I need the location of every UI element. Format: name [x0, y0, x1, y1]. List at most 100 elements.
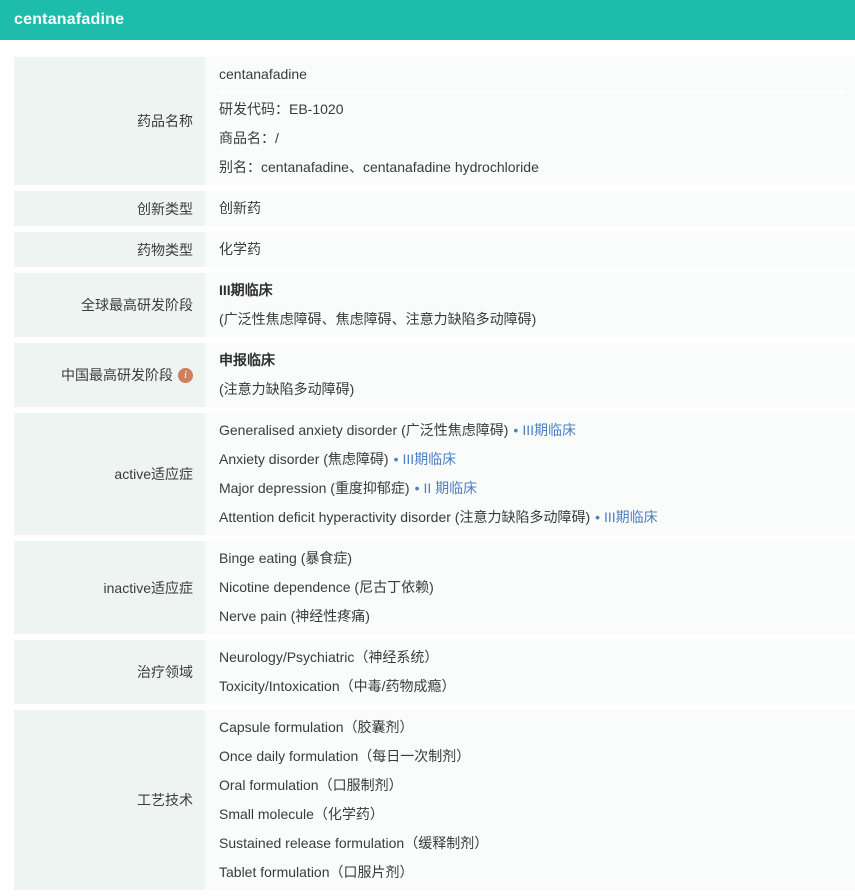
- value-line: 申报临床: [219, 346, 845, 375]
- value-section: 化学药: [219, 235, 845, 264]
- row-label-cell: active适应症: [14, 413, 205, 535]
- value-text: Nicotine dependence (尼古丁依赖): [219, 579, 434, 595]
- table-row: inactive适应症 Binge eating (暴食症) Nicotine de…: [14, 541, 855, 634]
- value-line: Nicotine dependence (尼古丁依赖): [219, 573, 845, 602]
- phase-text: III期临床: [522, 422, 576, 438]
- value-text: Capsule formulation（胶囊剂）: [219, 719, 414, 735]
- phase-text: III期临床: [403, 451, 457, 467]
- bullet-icon: •: [513, 422, 518, 438]
- value-line: III期临床: [219, 276, 845, 305]
- row-label: 药物类型: [137, 240, 193, 260]
- value-section: 创新药: [219, 194, 845, 223]
- table-row: 创新类型 创新药: [14, 191, 855, 226]
- value-line: (注意力缺陷多动障碍): [219, 375, 845, 404]
- value-text: Generalised anxiety disorder (广泛性焦虑障碍): [219, 422, 508, 438]
- value-line: 商品名：/: [219, 124, 845, 153]
- value-line: 研发代码：EB-1020: [219, 95, 845, 124]
- value-line: 别名：centanafadine、centanafadine hydrochlo…: [219, 153, 845, 182]
- row-label-cell: 药品名称: [14, 57, 205, 185]
- row-label-cell: 全球最高研发阶段: [14, 273, 205, 337]
- value-text: (广泛性焦虑障碍、焦虑障碍、注意力缺陷多动障碍): [219, 311, 536, 327]
- value-section: 研发代码：EB-1020 商品名：/ 别名：centanafadine、centan…: [219, 91, 845, 182]
- row-label-cell: 中国最高研发阶段 i: [14, 343, 205, 407]
- phase-link[interactable]: •III期临床: [394, 451, 457, 467]
- row-label: inactive适应症: [104, 578, 193, 598]
- value-text: Attention deficit hyperactivity disorder…: [219, 509, 590, 525]
- row-label-cell: inactive适应症: [14, 541, 205, 634]
- value-line: Generalised anxiety disorder (广泛性焦虑障碍) •I…: [219, 416, 845, 445]
- bullet-icon: •: [394, 451, 399, 467]
- value-text: Sustained release formulation（缓释制剂）: [219, 835, 488, 851]
- page-title: centanafadine: [0, 11, 124, 29]
- phase-text: II 期临床: [424, 480, 478, 496]
- info-icon[interactable]: i: [178, 368, 193, 383]
- table-row: active适应症 Generalised anxiety disorder (广…: [14, 413, 855, 535]
- value-text: Small molecule（化学药）: [219, 806, 384, 822]
- row-label: 治疗领域: [137, 662, 193, 682]
- row-label: 中国最高研发阶段: [61, 365, 173, 385]
- value-line: Anxiety disorder (焦虑障碍) •III期临床: [219, 445, 845, 474]
- row-label-cell: 创新类型: [14, 191, 205, 226]
- phase-link[interactable]: •II 期临床: [415, 480, 478, 496]
- value-section: Capsule formulation（胶囊剂） Once daily formu…: [219, 713, 845, 887]
- value-text: 商品名：/: [219, 130, 279, 146]
- row-value-cell: centanafadine 研发代码：EB-1020 商品名：/ 别名：centana…: [205, 57, 855, 185]
- value-section: Binge eating (暴食症) Nicotine dependence (尼…: [219, 544, 845, 631]
- value-line: Small molecule（化学药）: [219, 800, 845, 829]
- table-row: 中国最高研发阶段 i 申报临床 (注意力缺陷多动障碍): [14, 343, 855, 407]
- value-line: Sustained release formulation（缓释制剂）: [219, 829, 845, 858]
- phase-text: III期临床: [604, 509, 658, 525]
- value-text: Anxiety disorder (焦虑障碍): [219, 451, 389, 467]
- value-line: Attention deficit hyperactivity disorder…: [219, 503, 845, 532]
- value-line: Binge eating (暴食症): [219, 544, 845, 573]
- value-text: 申报临床: [219, 352, 275, 368]
- value-text: (注意力缺陷多动障碍): [219, 381, 354, 397]
- row-label: 创新类型: [137, 199, 193, 219]
- value-text: III期临床: [219, 282, 273, 298]
- value-line: Oral formulation（口服制剂）: [219, 771, 845, 800]
- value-text: Toxicity/Intoxication（中毒/药物成瘾）: [219, 678, 456, 694]
- phase-link[interactable]: •III期临床: [513, 422, 576, 438]
- value-line: Neurology/Psychiatric（神经系统）: [219, 643, 845, 672]
- value-section: centanafadine: [219, 60, 845, 89]
- value-line: Nerve pain (神经性疼痛): [219, 602, 845, 631]
- value-section: Generalised anxiety disorder (广泛性焦虑障碍)•I…: [219, 416, 845, 532]
- row-label-cell: 药物类型: [14, 232, 205, 267]
- value-line: centanafadine: [219, 60, 845, 89]
- value-text: 化学药: [219, 241, 261, 257]
- value-line: Tablet formulation（口服片剂）: [219, 858, 845, 887]
- value-line: Major depression (重度抑郁症)•II 期临床: [219, 474, 845, 503]
- row-label: 药品名称: [137, 111, 193, 131]
- row-value-cell: Neurology/Psychiatric（神经系统） Toxicity/Into…: [205, 640, 855, 704]
- row-value-cell: 创新药: [205, 191, 855, 226]
- page-header: centanafadine: [0, 0, 855, 40]
- row-value-cell: Binge eating (暴食症) Nicotine dependence (尼…: [205, 541, 855, 634]
- row-label: active适应症: [114, 464, 193, 484]
- row-label-cell: 治疗领域: [14, 640, 205, 704]
- row-value-cell: 化学药: [205, 232, 855, 267]
- value-text: Oral formulation（口服制剂）: [219, 777, 403, 793]
- value-line: (广泛性焦虑障碍、焦虑障碍、注意力缺陷多动障碍): [219, 305, 845, 334]
- value-text: Tablet formulation（口服片剂）: [219, 864, 414, 880]
- value-text: 别名：centanafadine、centanafadine hydrochlo…: [219, 159, 539, 175]
- value-text: Binge eating (暴食症): [219, 550, 352, 566]
- value-line: Capsule formulation（胶囊剂）: [219, 713, 845, 742]
- value-text: 研发代码：EB-1020: [219, 101, 343, 117]
- value-line: 化学药: [219, 235, 845, 264]
- value-line: 创新药: [219, 194, 845, 223]
- phase-link[interactable]: •III期临床: [595, 509, 658, 525]
- value-line: Toxicity/Intoxication（中毒/药物成瘾）: [219, 672, 845, 701]
- table-row: 工艺技术Capsule formulation（胶囊剂）Once daily f…: [14, 710, 855, 890]
- value-text: centanafadine: [219, 66, 307, 82]
- table-row: 药品名称 centanafadine 研发代码：EB-1020 商品名：/ 别名：cen…: [14, 57, 855, 185]
- bullet-icon: •: [595, 509, 600, 525]
- table-row: 全球最高研发阶段 III期临床 (广泛性焦虑障碍、焦虑障碍、注意力缺陷多动障碍): [14, 273, 855, 337]
- value-section: III期临床 (广泛性焦虑障碍、焦虑障碍、注意力缺陷多动障碍): [219, 276, 845, 334]
- value-line: Once daily formulation（每日一次制剂）: [219, 742, 845, 771]
- bullet-icon: •: [415, 480, 420, 496]
- row-value-cell: III期临床 (广泛性焦虑障碍、焦虑障碍、注意力缺陷多动障碍): [205, 273, 855, 337]
- value-text: Once daily formulation（每日一次制剂）: [219, 748, 470, 764]
- value-text: Nerve pain (神经性疼痛): [219, 608, 370, 624]
- row-value-cell: 申报临床 (注意力缺陷多动障碍): [205, 343, 855, 407]
- drug-info-table: 药品名称 centanafadine 研发代码：EB-1020 商品名：/ 别名：cen…: [14, 57, 855, 890]
